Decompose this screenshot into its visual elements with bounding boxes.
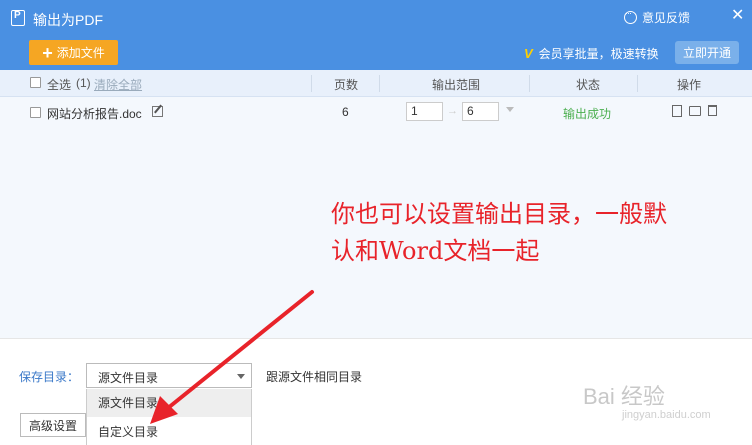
select-all-checkbox[interactable] [30,77,41,88]
title-bar: 输出为PDF 意见反馈 ✕ [0,0,752,36]
pdf-app-icon [11,10,25,26]
chevron-down-icon [237,374,245,379]
option-custom-directory[interactable]: 自定义目录 [87,418,251,445]
select-all-label: 全选 [47,78,72,92]
actions-header: 操作 [677,78,702,92]
chat-bubble-icon [624,8,637,24]
vip-text: 会员享批量，极速转换 [538,47,659,61]
column-divider [637,75,638,92]
plus-icon: + [42,42,53,63]
directory-hint: 跟源文件相同目录 [266,370,363,384]
tutorial-annotation: 你也可以设置输出目录，一般默 认和Word文档一起 [331,196,741,270]
page-count: 6 [342,105,349,119]
add-file-label: 添加文件 [56,46,105,60]
status-header: 状态 [576,78,601,92]
document-icon[interactable] [672,105,682,117]
close-icon[interactable]: ✕ [731,5,744,25]
vip-promo: V 会员享批量，极速转换 [524,45,659,62]
column-divider [529,75,530,92]
file-count: (1) [76,76,91,90]
trash-icon[interactable] [708,105,717,116]
row-checkbox[interactable] [30,107,41,118]
window-title: 输出为PDF [33,12,103,28]
chevron-down-icon[interactable] [506,107,514,112]
toolbar: + 添加文件 V 会员享批量，极速转换 立即开通 [0,36,752,70]
baidu-watermark: Bai 经验 [583,384,665,409]
column-divider [379,75,380,92]
vip-v-icon: V [524,46,533,61]
baidu-watermark-url: jingyan.baidu.com [622,409,711,421]
add-file-button[interactable]: + 添加文件 [29,40,118,65]
option-source-directory[interactable]: 源文件目录 [87,389,251,417]
annotation-line-2: 认和Word文档一起 [331,237,540,265]
range-from-input[interactable]: 1 [406,102,443,121]
status-badge: 输出成功 [563,107,612,121]
save-directory-select[interactable]: 源文件目录 [86,363,252,388]
range-to-input[interactable]: 6 [462,102,499,121]
column-divider [311,75,312,92]
open-membership-button[interactable]: 立即开通 [675,41,739,64]
pages-header: 页数 [334,78,359,92]
output-settings-panel: 保存目录： 源文件目录 跟源文件相同目录 源文件目录 自定义目录 高级设置 Ba… [0,338,752,445]
edit-icon[interactable] [152,106,163,117]
save-directory-value: 源文件目录 [98,371,159,385]
feedback-label: 意见反馈 [642,11,691,25]
file-name: 网站分析报告.doc [47,107,142,121]
annotation-line-1: 你也可以设置输出目录，一般默 [331,200,667,228]
save-directory-label: 保存目录： [19,370,80,384]
directory-dropdown: 源文件目录 自定义目录 [86,389,252,445]
file-table-header: 全选 (1) 清除全部 页数 输出范围 状态 操作 [0,70,752,97]
table-row: 网站分析报告.doc 6 1 → 6 输出成功 [0,97,752,127]
advanced-settings-button[interactable]: 高级设置 [20,413,86,437]
clear-all-link[interactable]: 清除全部 [94,76,142,93]
arrow-right-icon: → [447,105,458,117]
range-header: 输出范围 [432,78,481,92]
feedback-link[interactable]: 意见反馈 [624,8,691,26]
folder-icon[interactable] [689,106,701,116]
